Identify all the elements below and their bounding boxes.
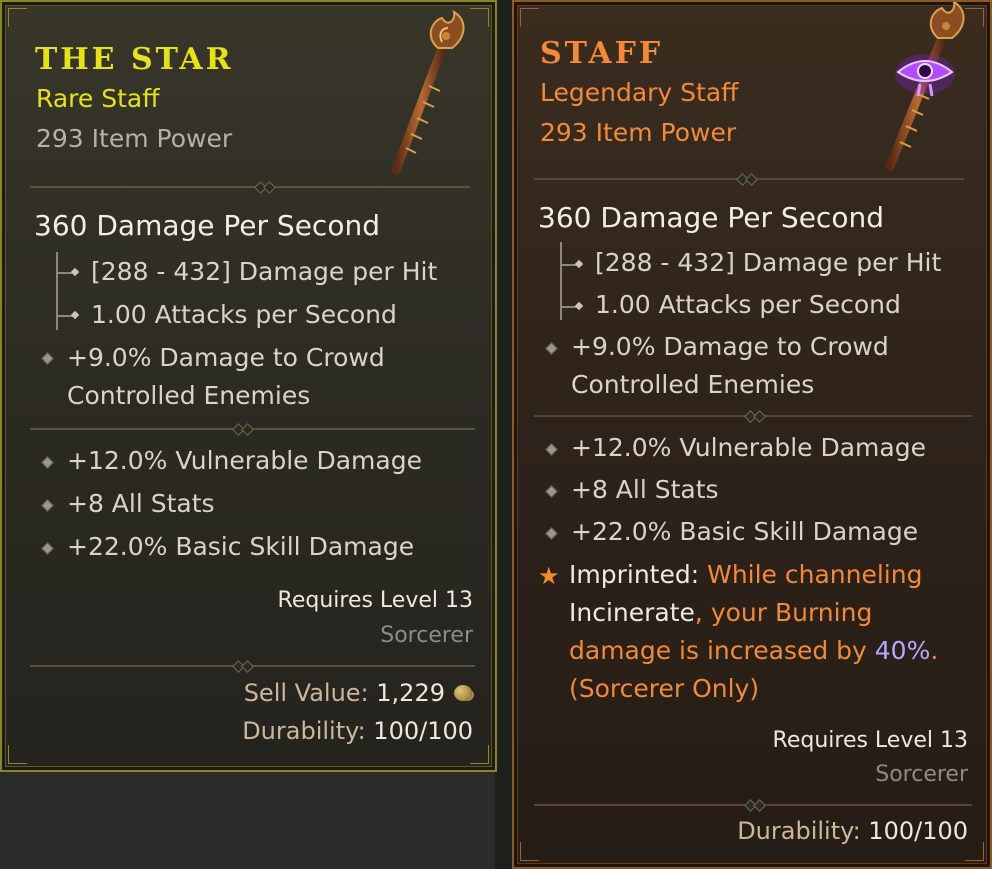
affix: +8 All Stats <box>67 489 215 518</box>
stat-tree-line <box>560 242 562 320</box>
requires-level: Requires Level 13 <box>772 728 968 753</box>
bullet-icon <box>545 443 558 456</box>
section-divider <box>534 415 972 417</box>
attacks-per-second: 1.00 Attacks per Second <box>91 300 397 329</box>
attacks-per-second: 1.00 Attacks per Second <box>595 290 901 319</box>
section-divider <box>30 428 475 430</box>
item-power: 293 Item Power <box>540 118 737 147</box>
bullet-icon <box>41 542 54 555</box>
class-requirement: Sorcerer <box>380 623 473 648</box>
durability: Durability: 100/100 <box>737 817 968 845</box>
frame-corner <box>8 745 27 764</box>
item-rarity-type: Rare Staff <box>36 84 160 113</box>
staff-icon <box>391 9 465 175</box>
implicit-affix-line2: Controlled Enemies <box>67 381 311 410</box>
section-divider <box>30 186 470 188</box>
imprinted-aspect-line2: Incinerate, your Burning <box>569 598 873 627</box>
frame-corner <box>520 842 539 861</box>
affix: +12.0% Vulnerable Damage <box>67 446 422 475</box>
durability-value: 100/100 <box>868 817 968 845</box>
damage-per-second: 360 Damage Per Second <box>34 209 380 242</box>
bullet-icon <box>41 499 54 512</box>
affix: +22.0% Basic Skill Damage <box>571 517 919 546</box>
aspect-restriction: (Sorcerer Only) <box>569 674 760 703</box>
section-divider <box>534 804 972 806</box>
bullet-icon <box>41 352 54 365</box>
frame-corner <box>470 745 489 764</box>
gold-coin-icon <box>454 685 472 701</box>
sell-value: Sell Value: 1,229 <box>243 679 445 707</box>
star-icon: ★ <box>538 562 560 590</box>
requires-level: Requires Level 13 <box>277 588 473 613</box>
section-divider <box>30 665 475 667</box>
panel-separator <box>495 0 512 869</box>
bullet-icon <box>545 527 558 540</box>
eye-imprint-icon <box>895 54 955 97</box>
affix: +22.0% Basic Skill Damage <box>67 532 415 561</box>
item-rarity-type: Legendary Staff <box>540 78 739 107</box>
frame-corner <box>520 8 539 27</box>
affix: +12.0% Vulnerable Damage <box>571 433 926 462</box>
damage-per-second: 360 Damage Per Second <box>538 201 884 234</box>
implicit-affix-line1: +9.0% Damage to Crowd <box>571 332 889 361</box>
implicit-affix-line2: Controlled Enemies <box>571 370 815 399</box>
bullet-icon <box>545 485 558 498</box>
damage-per-hit: [288 - 432] Damage per Hit <box>595 248 942 277</box>
sell-value-amount: 1,229 <box>376 679 445 707</box>
item-name: STAFF <box>540 36 664 71</box>
section-divider <box>534 178 964 180</box>
durability-value: 100/100 <box>373 717 473 745</box>
bullet-icon <box>41 456 54 469</box>
aspect-value: 40% <box>874 636 931 665</box>
imprinted-aspect-line1: Imprinted: While channeling <box>569 560 923 589</box>
damage-per-hit: [288 - 432] Damage per Hit <box>91 257 438 286</box>
item-tooltip-staff: STAFF Legendary Staff 293 Item Power 360… <box>512 0 992 869</box>
imprinted-aspect-line3: damage is increased by 40%. <box>569 636 939 665</box>
implicit-affix-line1: +9.0% Damage to Crowd <box>67 343 385 372</box>
item-tooltip-the-star: THE STAR Rare Staff 293 Item Power 360 D… <box>0 0 497 772</box>
bullet-icon <box>545 342 558 355</box>
item-power: 293 Item Power <box>36 124 233 153</box>
class-requirement: Sorcerer <box>875 762 968 787</box>
affix: +8 All Stats <box>571 475 719 504</box>
item-name: THE STAR <box>35 42 234 77</box>
frame-corner <box>8 8 27 27</box>
background-strip <box>0 772 500 869</box>
durability: Durability: 100/100 <box>242 717 473 745</box>
stat-tree-line <box>56 252 58 330</box>
